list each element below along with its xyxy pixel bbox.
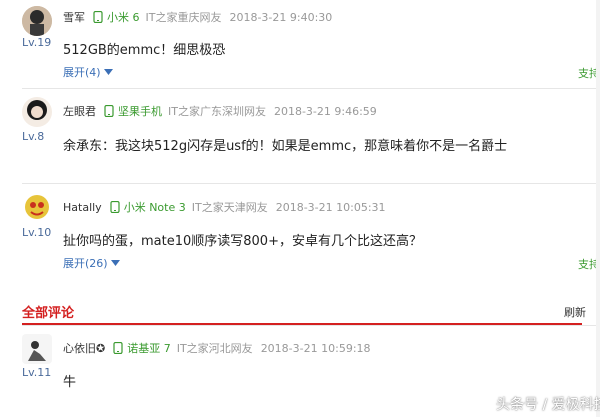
divider — [22, 183, 600, 184]
comment-meta: Hatally 小米 Note 3 IT之家天津网友 2018-3-21 10:… — [63, 199, 386, 215]
device-name[interactable]: 坚果手机 — [118, 103, 162, 119]
phone-icon — [113, 342, 123, 354]
comment-content: 余承东：我这块512g闪存是usf的！如果是emmc，那意味着你不是一名爵士 — [63, 139, 508, 154]
location: IT之家重庆网友 — [145, 11, 222, 24]
user-level: Lv.10 — [22, 226, 52, 239]
avatar[interactable] — [22, 334, 52, 364]
comment-content: 牛 — [63, 375, 77, 390]
timestamp: 2018-3-21 9:40:30 — [229, 10, 333, 24]
avatar[interactable] — [22, 6, 52, 36]
device-name[interactable]: 小米 Note 3 — [124, 199, 186, 215]
user-level: Lv.11 — [22, 366, 52, 379]
expand-label: 展开(4) — [63, 66, 101, 79]
phone-icon — [104, 105, 114, 117]
user-level: Lv.19 — [22, 36, 52, 49]
device-name[interactable]: 小米 6 — [107, 9, 140, 25]
divider — [22, 325, 600, 326]
user-level: Lv.8 — [22, 130, 45, 143]
comment-content: 扯你吗的蛋，mate10顺序读写800+，安卓有几个比这还高？ — [63, 234, 422, 249]
comment-content: 512GB的emmc！细思极恐 — [63, 43, 226, 58]
timestamp: 2018-3-21 10:59:18 — [260, 341, 371, 355]
scrollbar-track[interactable] — [596, 0, 600, 417]
username[interactable]: 雪军 — [63, 9, 85, 25]
phone-icon — [110, 201, 120, 213]
location: IT之家广东深圳网友 — [168, 105, 266, 118]
expand-replies-button[interactable]: 展开(26) — [63, 255, 120, 271]
avatar[interactable] — [22, 97, 52, 127]
section-underline — [22, 323, 582, 325]
divider — [22, 88, 600, 89]
phone-icon — [93, 11, 103, 23]
device-name[interactable]: 诺基亚 7 — [127, 340, 171, 356]
refresh-button[interactable]: 刷新 — [564, 304, 586, 320]
watermark: 头条号 / 爱极科技 — [496, 397, 600, 413]
expand-replies-button[interactable]: 展开(4) — [63, 64, 113, 80]
location: IT之家天津网友 — [191, 201, 268, 214]
username[interactable]: 左眼君 — [63, 103, 96, 119]
comment-meta: 左眼君 坚果手机 IT之家广东深圳网友 2018-3-21 9:46:59 — [63, 103, 377, 119]
expand-label: 展开(26) — [63, 257, 108, 270]
username[interactable]: 心依旧✪ — [63, 340, 105, 356]
comment-meta: 雪军 小米 6 IT之家重庆网友 2018-3-21 9:40:30 — [63, 9, 332, 25]
username[interactable]: Hatally — [63, 201, 102, 214]
comment-meta: 心依旧✪ 诺基亚 7 IT之家河北网友 2018-3-21 10:59:18 — [63, 340, 371, 356]
chevron-down-icon — [110, 260, 120, 266]
location: IT之家河北网友 — [176, 342, 253, 355]
chevron-down-icon — [103, 69, 113, 75]
section-title: 全部评论 — [22, 306, 75, 321]
avatar[interactable] — [22, 192, 52, 222]
timestamp: 2018-3-21 9:46:59 — [273, 104, 377, 118]
timestamp: 2018-3-21 10:05:31 — [275, 200, 386, 214]
